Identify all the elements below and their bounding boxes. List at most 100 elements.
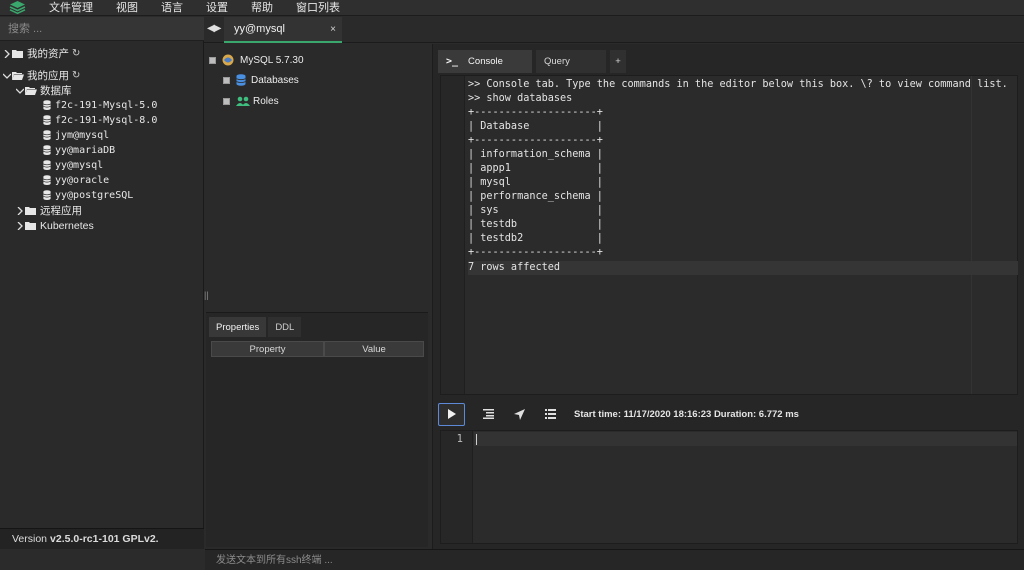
- console-output[interactable]: >> Console tab. Type the commands in the…: [440, 75, 1018, 395]
- connection-item[interactable]: yy@postgreSQL: [43, 188, 133, 203]
- connection-label: yy@mariaDB: [55, 145, 116, 156]
- query-toolbar: Start time: 11/17/2020 18:16:23 Duration…: [438, 402, 1022, 426]
- version-number: v2.5.0-rc1-101 GPLv2.: [50, 533, 159, 545]
- console-line: >> show databases: [468, 93, 573, 104]
- column-value[interactable]: Value: [324, 341, 424, 357]
- tree-node-databases[interactable]: Databases: [223, 74, 299, 86]
- console-line: | performance_schema |: [468, 191, 603, 202]
- connection-item[interactable]: f2c-191-Mysql-5.0: [43, 98, 157, 113]
- database-icon: [43, 145, 52, 156]
- tree-item-label: 我的应用: [27, 70, 69, 82]
- menu-help[interactable]: 帮助: [251, 1, 273, 15]
- text-cursor: [476, 434, 477, 445]
- tree-item-my-assets[interactable]: 我的资产 ↻: [2, 46, 80, 61]
- console-tabs: >_ Console Query +: [438, 50, 630, 73]
- console-line: | Database |: [468, 121, 603, 132]
- database-icon: [43, 115, 52, 126]
- console-line: | information_schema |: [468, 149, 603, 160]
- execution-status: Start time: 11/17/2020 18:16:23 Duration…: [574, 408, 799, 420]
- menu-settings[interactable]: 设置: [206, 1, 228, 15]
- connection-label: f2c-191-Mysql-8.0: [55, 115, 158, 126]
- connection-item[interactable]: jym@mysql: [43, 128, 109, 143]
- connection-label: f2c-191-Mysql-5.0: [55, 100, 158, 111]
- menu-language[interactable]: 语言: [161, 1, 183, 15]
- terminal-prompt-icon: >_: [446, 56, 459, 67]
- tree-item-label: 数据库: [40, 85, 72, 97]
- tab-query[interactable]: Query: [536, 50, 606, 73]
- console-gutter: [441, 76, 465, 394]
- tree-item-remote-apps[interactable]: 远程应用: [15, 203, 82, 218]
- connection-item[interactable]: f2c-191-Mysql-8.0: [43, 113, 157, 128]
- folder-icon: [12, 49, 24, 59]
- connection-item[interactable]: yy@oracle: [43, 173, 109, 188]
- tree-node-roles[interactable]: Roles: [223, 95, 279, 107]
- tree-item-label: 我的资产: [27, 48, 69, 60]
- chevron-right-icon[interactable]: [15, 203, 25, 218]
- cursor-arrow-icon[interactable]: [511, 406, 527, 422]
- folder-open-icon: [25, 86, 37, 96]
- search-input[interactable]: [0, 17, 204, 41]
- console-line: +--------------------+: [468, 135, 603, 146]
- console-line: | testdb |: [468, 219, 603, 230]
- column-property[interactable]: Property: [211, 341, 324, 357]
- tree-item-label: Kubernetes: [40, 219, 94, 232]
- chevron-right-icon[interactable]: [15, 218, 25, 233]
- list-icon[interactable]: [542, 406, 558, 422]
- format-icon[interactable]: [480, 406, 496, 422]
- connection-label: yy@postgreSQL: [55, 190, 134, 201]
- collapse-icon[interactable]: [209, 56, 216, 64]
- play-icon: [448, 409, 456, 419]
- tree-node-mysql-server[interactable]: MySQL 5.7.30: [209, 54, 304, 66]
- connection-label: jym@mysql: [55, 130, 110, 141]
- connection-label: yy@mysql: [55, 160, 104, 171]
- console-line: >> Console tab. Type the commands in the…: [468, 79, 1008, 90]
- chevron-right-icon[interactable]: [2, 46, 12, 61]
- sql-editor[interactable]: 1: [440, 430, 1018, 544]
- app-logo-icon[interactable]: [9, 0, 29, 16]
- refresh-icon[interactable]: ↻: [72, 70, 80, 81]
- folder-open-icon: [12, 71, 24, 81]
- menu-file-management[interactable]: 文件管理: [49, 1, 93, 15]
- chevron-down-icon[interactable]: [2, 68, 12, 83]
- server-icon: [222, 54, 234, 66]
- folder-icon: [25, 221, 37, 231]
- connection-item[interactable]: yy@mysql: [43, 158, 103, 173]
- expand-icon[interactable]: [223, 76, 230, 84]
- tree-item-my-apps[interactable]: 我的应用 ↻: [2, 68, 80, 83]
- folder-icon: [25, 206, 37, 216]
- chevron-down-icon[interactable]: [15, 83, 25, 98]
- console-line: | appp1 |: [468, 163, 603, 174]
- line-number: 1: [456, 433, 463, 445]
- console-line: +--------------------+: [468, 247, 603, 258]
- console-line: 7 rows affected: [468, 261, 1018, 275]
- refresh-icon[interactable]: ↻: [72, 48, 80, 59]
- current-line-highlight: [474, 432, 1017, 446]
- tab-properties[interactable]: Properties: [209, 317, 267, 337]
- properties-panel: Properties DDL Property Value: [206, 312, 428, 547]
- tree-item-kubernetes[interactable]: Kubernetes: [15, 218, 94, 233]
- tab-console[interactable]: >_ Console: [438, 50, 532, 73]
- session-tabbar: ◀▶ yy@mysql ×: [204, 17, 1024, 43]
- run-button[interactable]: [438, 402, 465, 426]
- session-tab-label: yy@mysql: [234, 23, 285, 35]
- console-line: | testdb2 |: [468, 233, 603, 244]
- tree-item-databases-folder[interactable]: 数据库: [15, 83, 72, 98]
- database-icon: [43, 175, 52, 186]
- menu-window-list[interactable]: 窗口列表: [296, 1, 340, 15]
- tab-session-yy-mysql[interactable]: yy@mysql ×: [224, 17, 342, 43]
- tab-scroll-arrows-icon[interactable]: ◀▶: [207, 23, 221, 34]
- add-tab-button[interactable]: +: [610, 50, 626, 73]
- broadcast-input[interactable]: [205, 549, 1024, 570]
- menu-view[interactable]: 视图: [116, 1, 138, 15]
- expand-icon[interactable]: [223, 97, 230, 105]
- database-icon: [43, 160, 52, 171]
- connection-item[interactable]: yy@mariaDB: [43, 143, 115, 158]
- properties-tabs: Properties DDL: [209, 317, 303, 337]
- database-icon: [43, 190, 52, 201]
- splitter-handle-icon[interactable]: ||: [204, 290, 209, 300]
- console-line: +--------------------+: [468, 107, 603, 118]
- console-line: | mysql |: [468, 177, 603, 188]
- tab-ddl[interactable]: DDL: [268, 317, 302, 337]
- users-icon: [236, 95, 250, 107]
- close-icon[interactable]: ×: [330, 24, 336, 35]
